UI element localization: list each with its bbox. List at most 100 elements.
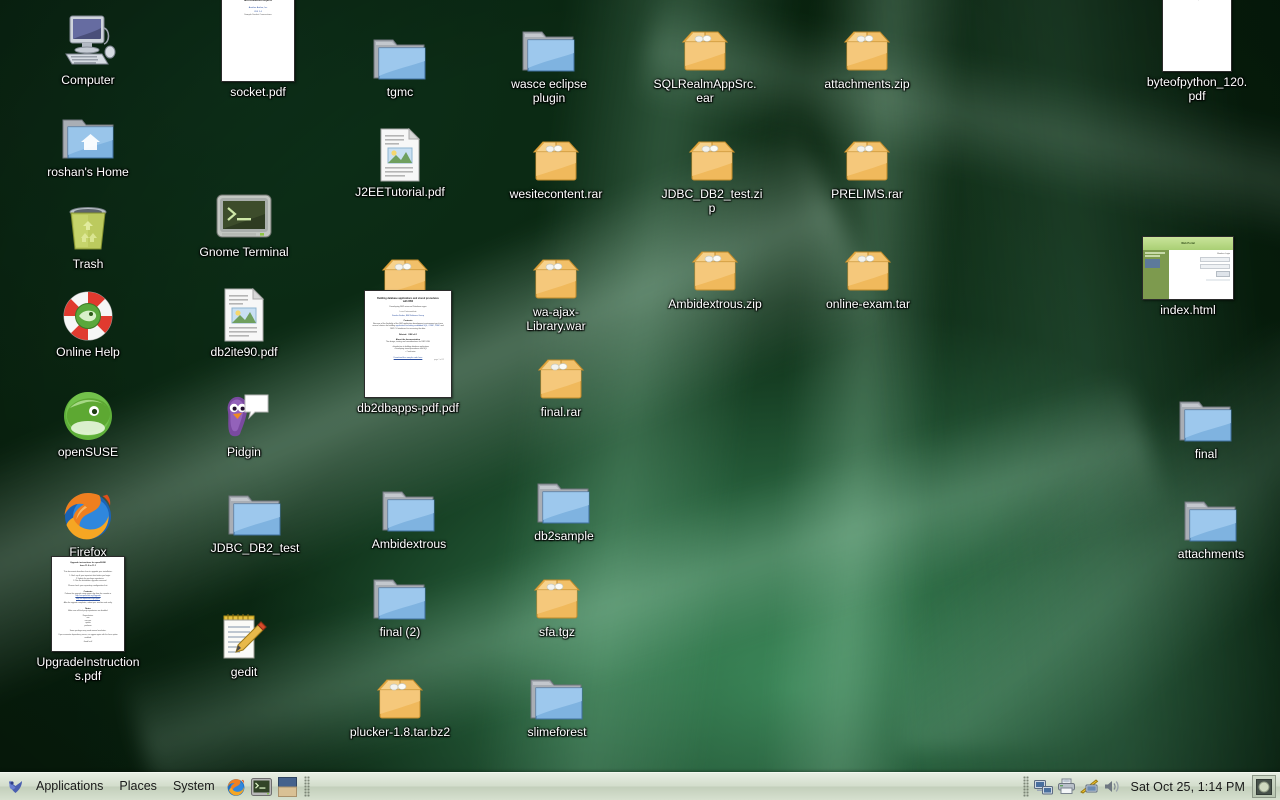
desktop-icon-gnome-terminal[interactable]: Gnome Terminal: [192, 178, 296, 259]
desktop-icon-jdbc-db2-test[interactable]: JDBC_DB2_test: [203, 474, 307, 555]
document-icon: [192, 278, 296, 342]
desktop-icon-online-exam-tar[interactable]: online-exam.tar: [816, 230, 920, 311]
desktop-icon-label: openSUSE: [36, 445, 140, 459]
desktop-icon-online-help[interactable]: Online Help: [36, 278, 140, 359]
desktop-icon-label: slimeforest: [505, 725, 609, 739]
desktop-icon-label: gedit: [192, 665, 296, 679]
folder-icon: [348, 558, 452, 622]
opensuse-logo-icon[interactable]: [4, 776, 26, 798]
menu-system[interactable]: System: [165, 775, 223, 798]
panel-separator: [304, 776, 310, 797]
trash-icon: [36, 190, 140, 254]
desktop-icon-label: byteofpython_120.pdf: [1145, 75, 1249, 103]
desktop-icon-slimeforest[interactable]: slimeforest: [505, 658, 609, 739]
folder-icon: [512, 462, 616, 526]
pidgin-icon: [192, 378, 296, 442]
desktop-icon-label: db2ite90.pdf: [192, 345, 296, 359]
desktop-icon-wasce-eclipse-plugin[interactable]: wasce eclipse plugin: [497, 10, 601, 105]
desktop-icon-plucker-1-8-tar-bz2[interactable]: plucker-1.8.tar.bz2: [348, 658, 452, 739]
desktop-icon-db2dbapps-pdf-pdf[interactable]: Building database applications and store…: [356, 334, 460, 415]
desktop-icon-ambidextrous[interactable]: Ambidextrous: [357, 470, 461, 551]
workspace-switcher-icon[interactable]: [1252, 775, 1276, 798]
desktop-icon-label: J2EETutorial.pdf: [348, 185, 452, 199]
terminal-icon: [192, 178, 296, 242]
desktop-icon-wa-ajax-library-war[interactable]: wa-ajax-Library.war: [504, 238, 608, 333]
desktop-icon-label: Ambidextrous.zip: [663, 297, 767, 311]
desktop-icon-tgmc[interactable]: tgmc: [348, 18, 452, 99]
archive-icon: [505, 558, 609, 622]
folder-icon: [497, 10, 601, 74]
desktop-icon-label: db2sample: [512, 529, 616, 543]
desktop-icon-label: wasce eclipse plugin: [497, 77, 601, 105]
desktop-icon-final[interactable]: final: [1154, 380, 1258, 461]
desktop-icon-upgradeinstructions-pdf[interactable]: Upgrade instructions for openSUSEfrom 11…: [36, 588, 140, 683]
desktop-icon-sfa-tgz[interactable]: sfa.tgz: [505, 558, 609, 639]
desktop-icon-attachments[interactable]: attachments: [1159, 480, 1263, 561]
desktop-icon-index-html[interactable]: Web Portal Member Login: [1136, 236, 1240, 317]
desktop-icon-label: online-exam.tar: [816, 297, 920, 311]
archive-icon: [816, 230, 920, 294]
desktop-root[interactable]: Computer roshan's Home Trash: [0, 0, 1280, 800]
home-folder-icon: [36, 98, 140, 162]
archive-icon: [509, 338, 613, 402]
desktop-icon-firefox[interactable]: Firefox: [36, 478, 140, 559]
desktop-icon-label: Pidgin: [192, 445, 296, 459]
desktop-icon-label: sfa.tgz: [505, 625, 609, 639]
desktop-icon-label: Gnome Terminal: [192, 245, 296, 259]
desktop-icon-db2sample[interactable]: db2sample: [512, 462, 616, 543]
terminal-icon[interactable]: [251, 776, 273, 798]
network-icon[interactable]: [1033, 776, 1054, 797]
desktop-icon-label: plucker-1.8.tar.bz2: [348, 725, 452, 739]
menu-applications[interactable]: Applications: [28, 775, 111, 798]
pdf-thumb-rich-icon: Building database applications and store…: [356, 334, 460, 398]
volume-icon[interactable]: [1102, 776, 1123, 797]
desktop-icon-label: Ambidextrous: [357, 537, 461, 551]
desktop-icon-jdbc-db2-test-zip[interactable]: JDBC_DB2_test.zip: [660, 120, 764, 215]
archive-icon: [504, 120, 608, 184]
desktop-icon-trash[interactable]: Trash: [36, 190, 140, 271]
bottom-panel[interactable]: Applications Places System: [0, 772, 1280, 800]
display-icon[interactable]: [1079, 776, 1100, 797]
desktop-icon-label: tgmc: [348, 85, 452, 99]
folder-icon: [1159, 480, 1263, 544]
printer-icon[interactable]: [1056, 776, 1077, 797]
archive-icon: [660, 120, 764, 184]
desktop-icon-label: db2dbapps-pdf.pdf: [356, 401, 460, 415]
desktop-icon-label: SQLRealmAppSrc.ear: [653, 77, 757, 105]
desktop-icon-j2eetutorial-pdf[interactable]: J2EETutorial.pdf: [348, 118, 452, 199]
desktop-icon-computer[interactable]: Computer: [36, 6, 140, 87]
desktop-icon-attachments-zip[interactable]: attachments.zip: [815, 10, 919, 91]
desktop-icon-label: attachments: [1159, 547, 1263, 561]
desktop-icon-byteofpython-120-pdf[interactable]: A Byte of Python Swaroop C H byteofpytho…: [1145, 8, 1249, 103]
clock[interactable]: Sat Oct 25, 1:14 PM: [1124, 780, 1252, 794]
archive-icon: [815, 120, 919, 184]
desktop-icon-final-2[interactable]: final (2): [348, 558, 452, 639]
desktop-icon-gedit[interactable]: gedit: [192, 598, 296, 679]
desktop-icon-final-rar[interactable]: final.rar: [509, 338, 613, 419]
desktop-icon-roshan-s-home[interactable]: roshan's Home: [36, 98, 140, 179]
folder-icon: [348, 18, 452, 82]
archive-icon: [504, 238, 608, 302]
desktop-icon-db2ite90-pdf[interactable]: db2ite90.pdf: [192, 278, 296, 359]
desktop-icon-opensuse[interactable]: openSUSE: [36, 378, 140, 459]
show-desktop-icon[interactable]: [277, 776, 299, 798]
desktop-icon-label: roshan's Home: [36, 165, 140, 179]
document-icon: [348, 118, 452, 182]
archive-icon: [348, 658, 452, 722]
archive-icon: [815, 10, 919, 74]
firefox-icon[interactable]: [225, 776, 247, 798]
desktop-icon-prelims-rar[interactable]: PRELIMS.rar: [815, 120, 919, 201]
desktop-icon-sqlrealmappsrc-ear[interactable]: SQLRealmAppSrc.ear: [653, 10, 757, 105]
desktop-icon-pidgin[interactable]: Pidgin: [192, 378, 296, 459]
desktop-icon-ambidextrous-zip[interactable]: Ambidextrous.zip: [663, 230, 767, 311]
desktop-icon-label: wesitecontent.rar: [504, 187, 608, 201]
desktop-icon-socket-pdf[interactable]: Basic Socket Java/Unix Programmingand Ad…: [206, 18, 310, 99]
archive-icon: [663, 230, 767, 294]
folder-icon: [505, 658, 609, 722]
pdf-thumb-title-icon: A Byte of Python Swaroop C H: [1145, 8, 1249, 72]
panel-separator-right: [1023, 776, 1029, 797]
pdf-thumb-plain-icon: Basic Socket Java/Unix Programmingand Ad…: [206, 18, 310, 82]
desktop-icon-label: final.rar: [509, 405, 613, 419]
menu-places[interactable]: Places: [111, 775, 165, 798]
desktop-icon-wesitecontent-rar[interactable]: wesitecontent.rar: [504, 120, 608, 201]
